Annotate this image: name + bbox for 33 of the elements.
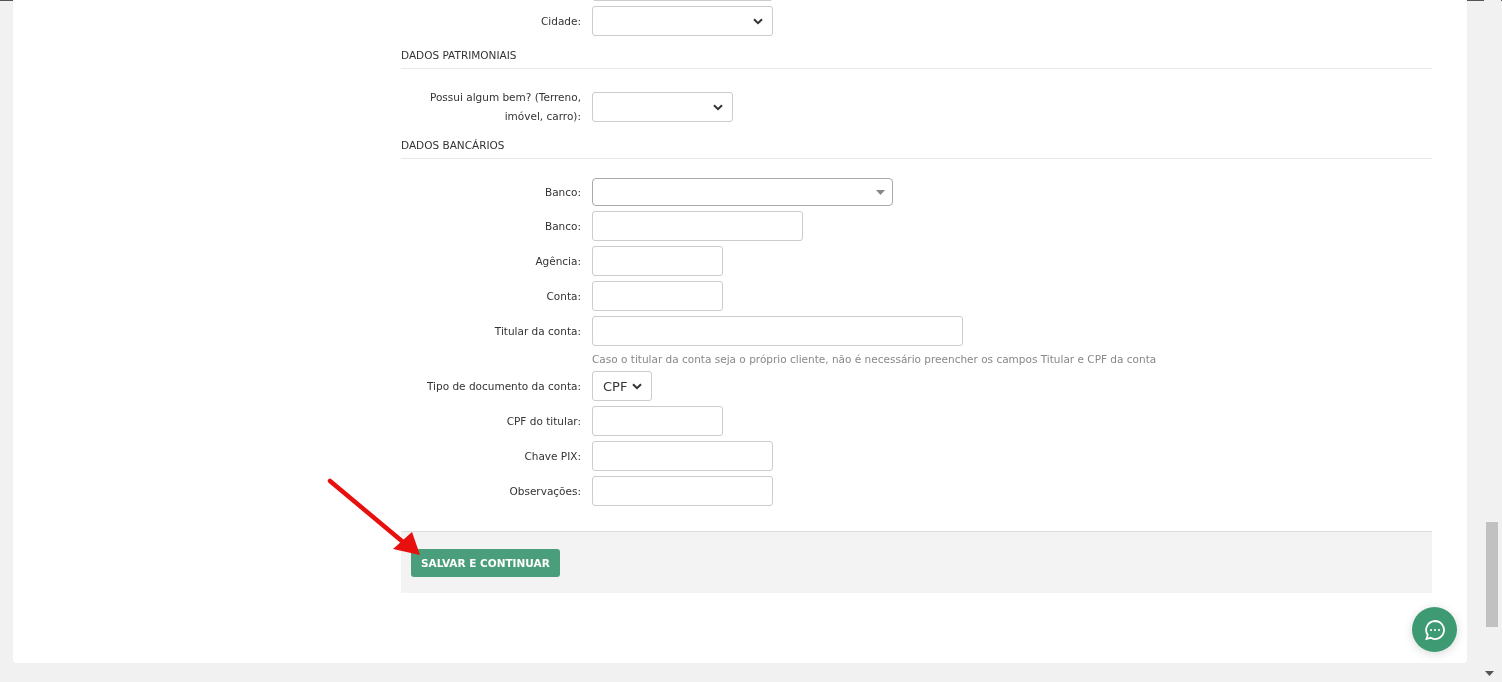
combo-field[interactable]: [592, 178, 893, 206]
input-field[interactable]: [592, 281, 723, 311]
field-label: Observações:: [509, 483, 581, 499]
section-heading: DADOS PATRIMONIAIS: [401, 48, 517, 62]
input-field[interactable]: [592, 246, 723, 276]
chat-bubble-icon: [1423, 618, 1446, 641]
pointer-arrow-icon: [326, 477, 422, 557]
scroll-down-arrow-icon[interactable]: [1485, 671, 1494, 676]
field-label: Conta:: [546, 288, 581, 304]
field-label: Chave PIX:: [524, 448, 581, 464]
field-label: Banco:: [544, 218, 581, 234]
help-text: Caso o titular da conta seja o próprio cliente, não é necessário preencher os campos Titular e CPF da conta: [592, 352, 1158, 366]
scrollbar-thumb[interactable]: [1486, 522, 1498, 627]
section-heading: DADOS BANCÁRIOS: [401, 138, 505, 152]
field-label: Cidade:: [541, 13, 581, 29]
select-field[interactable]: [592, 92, 733, 122]
input-field[interactable]: [592, 316, 963, 346]
input-field[interactable]: [592, 476, 773, 506]
select-field[interactable]: CPF: [592, 371, 652, 401]
dropdown-triangle-icon: [876, 189, 885, 195]
field-label: Agência:: [535, 253, 581, 269]
field-label: CPF do titular:: [506, 413, 581, 429]
field-label: Possui algum bem? (Terreno, imóvel, carro):: [429, 90, 581, 124]
chevron-down-icon: [753, 17, 763, 25]
chevron-down-icon: [713, 103, 723, 111]
field-label: Banco:: [544, 184, 581, 200]
input-field[interactable]: [592, 406, 723, 436]
input-field[interactable]: [592, 211, 803, 241]
input-field[interactable]: [592, 441, 773, 471]
field-label: Tipo de documento da conta:: [427, 378, 581, 394]
chevron-down-icon: [632, 382, 642, 390]
field-label: Titular da conta:: [494, 323, 581, 339]
select-field[interactable]: [592, 6, 773, 36]
